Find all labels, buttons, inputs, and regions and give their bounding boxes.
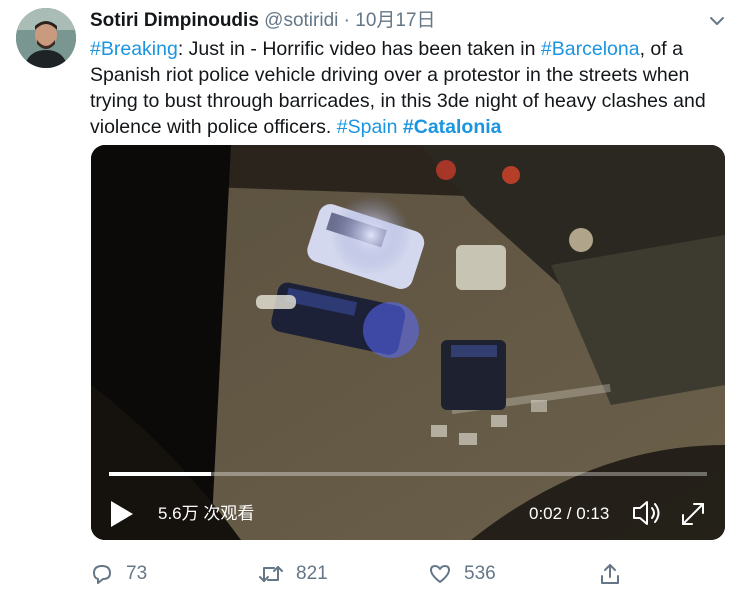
chevron-down-icon[interactable]: [706, 10, 728, 32]
hashtag-catalonia[interactable]: #Catalonia: [403, 116, 502, 138]
like-count: 536: [464, 563, 496, 584]
tweet-text: #Breaking: Just in - Horrific video has …: [90, 36, 730, 140]
heart-icon: [428, 562, 452, 586]
retweet-icon: [258, 562, 284, 586]
tweet-date[interactable]: 10月17日: [355, 10, 435, 31]
author-handle[interactable]: @sotiridi: [264, 10, 338, 31]
share-icon: [598, 562, 622, 586]
hashtag-breaking[interactable]: #Breaking: [90, 38, 178, 60]
play-icon[interactable]: [109, 499, 135, 529]
author-name[interactable]: Sotiri Dimpinoudis: [90, 10, 259, 31]
reply-count: 73: [126, 563, 148, 584]
retweet-count: 821: [296, 563, 328, 584]
tweet-header: Sotiri Dimpinoudis @sotiridi · 10月17日: [90, 9, 436, 33]
hashtag-spain[interactable]: #Spain: [337, 116, 398, 138]
view-count: 5.6万 次观看: [158, 504, 255, 523]
separator-dot: ·: [343, 10, 350, 31]
tweet: Sotiri Dimpinoudis @sotiridi · 10月17日 #B…: [0, 0, 744, 604]
volume-icon[interactable]: [631, 498, 663, 528]
fullscreen-icon[interactable]: [679, 500, 707, 528]
video-time: 0:02 / 0:13: [529, 504, 610, 523]
hashtag-barcelona[interactable]: #Barcelona: [541, 38, 640, 60]
tweet-text-part-1: : Just in - Horrific video has been take…: [177, 38, 541, 60]
like-button[interactable]: 536: [428, 560, 496, 588]
video-player[interactable]: 5.6万 次观看 0:02 / 0:13: [91, 145, 725, 540]
share-button[interactable]: [598, 560, 622, 588]
avatar[interactable]: [16, 8, 76, 68]
video-progress-bar[interactable]: [109, 472, 707, 476]
tweet-actions: 73 821 536: [0, 560, 744, 590]
reply-button[interactable]: 73: [90, 560, 147, 588]
video-frame: [91, 145, 725, 540]
retweet-button[interactable]: 821: [258, 560, 328, 588]
reply-icon: [90, 562, 114, 586]
video-progress-fill: [109, 472, 211, 476]
